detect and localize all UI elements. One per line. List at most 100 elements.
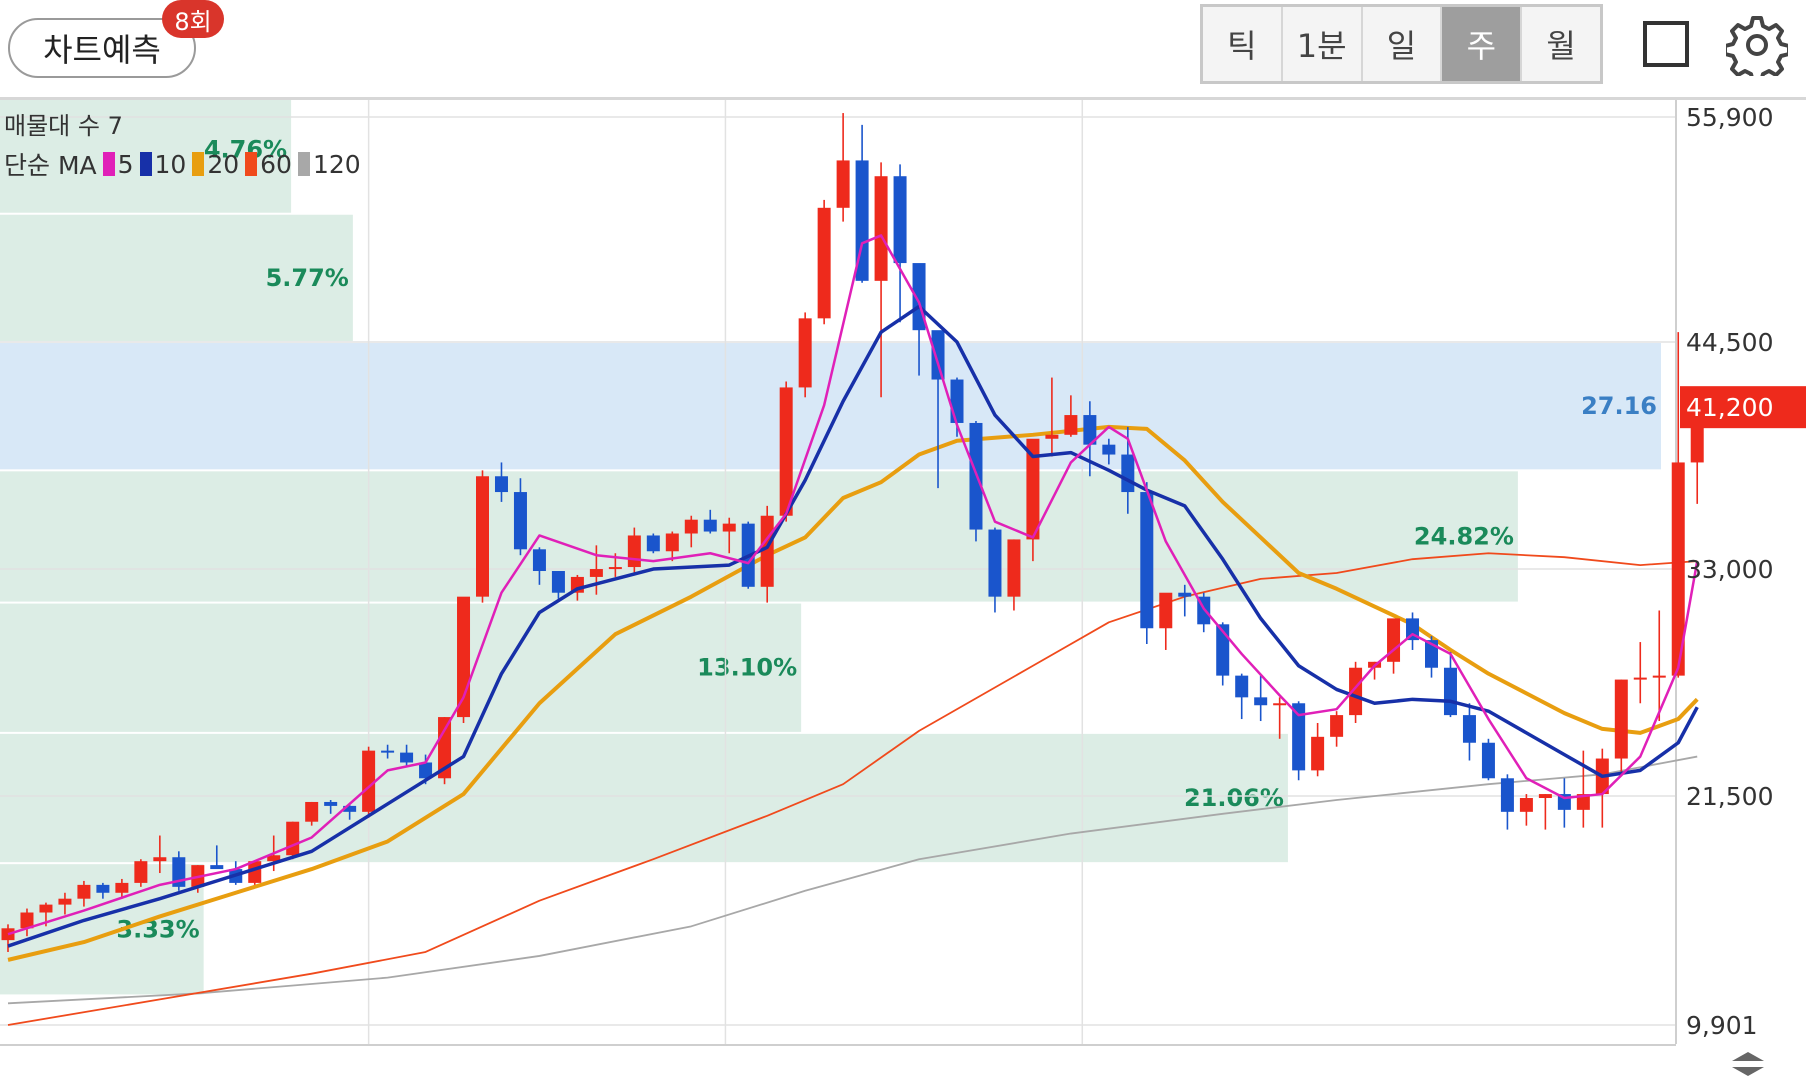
candle-body [1064, 415, 1078, 435]
volume-profile-label: 13.10% [697, 654, 797, 682]
candle-body [362, 750, 376, 812]
candle-body [798, 318, 812, 388]
volume-profile-label: 3.33% [116, 915, 199, 943]
ma60-label: 60 [260, 149, 292, 179]
candle-body [950, 379, 964, 423]
ma20-swatch [192, 152, 205, 176]
ma5-swatch [102, 152, 115, 176]
candle-body [1614, 679, 1628, 759]
candle-body [893, 176, 907, 264]
candle-body [1273, 703, 1287, 706]
candle-body [1652, 675, 1666, 678]
volume-profile-label: 24.82% [1414, 522, 1514, 550]
volume-profile-label: 5.77% [266, 264, 349, 292]
candle-body [134, 861, 148, 883]
tab-day[interactable]: 일 [1363, 7, 1443, 81]
chart-resize-handle-icon[interactable] [1728, 1050, 1768, 1078]
candle-body [494, 476, 508, 493]
ma10-label: 10 [154, 149, 187, 179]
candle-body [96, 884, 110, 893]
volume-profile-label: 27.16 [1581, 392, 1657, 420]
candle-body [722, 523, 736, 532]
square-icon[interactable] [1643, 21, 1689, 67]
candle-body [1311, 736, 1325, 771]
x-axis-line [0, 1044, 1676, 1046]
volume-profile-bar [0, 733, 1288, 863]
y-tick-label: 9,901 [1686, 1011, 1758, 1040]
ma120-label: 120 [312, 149, 361, 179]
candle-body [1140, 492, 1154, 629]
candle-body [324, 801, 338, 806]
candle-body [551, 571, 565, 593]
y-tick-label: 55,900 [1686, 103, 1773, 132]
candle-body [1178, 592, 1192, 597]
candle-body [153, 857, 167, 862]
period-tabs: 틱 1분 일 주 월 [1200, 4, 1603, 84]
ma60-swatch [245, 152, 258, 176]
x-axis-bar [0, 1044, 1806, 1081]
candle-body [1443, 667, 1457, 716]
current-price-label: 41,200 [1686, 393, 1773, 422]
volume-profile-bar [0, 343, 1661, 470]
y-tick-label: 44,500 [1686, 328, 1773, 357]
candle-body [931, 330, 945, 380]
volume-profile-bar [0, 471, 1518, 602]
predict-count-badge: 8회 [162, 0, 224, 38]
y-tick-label: 33,000 [1686, 555, 1773, 584]
y-tick-label: 21,500 [1686, 782, 1773, 811]
candle-body [665, 533, 679, 552]
ma-legend: 단순 MA 5 10 20 60 120 [4, 146, 361, 182]
candle-body [1519, 798, 1533, 812]
ma10-swatch [139, 152, 152, 176]
ma-legend-prefix: 단순 MA [4, 151, 97, 180]
candle-body [286, 821, 300, 856]
volume-profile-bar [0, 603, 802, 732]
volume-profile-count: 매물대 수 7 [4, 112, 123, 140]
top-bar: 차트예측 8회 틱 1분 일 주 월 [0, 0, 1806, 98]
candle-body [779, 387, 793, 516]
candle-body [684, 519, 698, 534]
candle-body [1633, 677, 1647, 680]
ma20-label: 20 [207, 149, 240, 179]
tab-1min[interactable]: 1분 [1283, 7, 1363, 81]
stock-chart[interactable]: 4.76%5.77%27.1624.82%13.10%21.06%3.33%55… [0, 100, 1806, 1081]
candle-body [703, 519, 717, 532]
candle-body [1538, 794, 1552, 799]
candle-body [77, 884, 91, 899]
candle-body [589, 569, 603, 577]
tab-week[interactable]: 주 [1442, 7, 1523, 81]
candle-body [1121, 454, 1135, 493]
candle-body [381, 750, 395, 753]
candle-body [1330, 715, 1344, 737]
candle-body [513, 492, 527, 550]
candle-body [58, 898, 72, 905]
candle-body [1462, 715, 1476, 743]
candle-body [115, 882, 129, 893]
candle-body [476, 476, 489, 597]
ma5-label: 5 [117, 149, 134, 179]
candle-body [874, 176, 888, 281]
candle-body [39, 904, 53, 913]
candle-body [1102, 444, 1116, 455]
candle-body [1159, 592, 1173, 629]
tab-month[interactable]: 월 [1522, 7, 1600, 81]
tab-tick[interactable]: 틱 [1203, 7, 1283, 81]
candle-body [836, 160, 850, 208]
candle-body [1500, 778, 1514, 812]
ma120-swatch [297, 152, 310, 176]
candle-body [532, 549, 546, 572]
candle-body [1235, 675, 1249, 698]
candle-body [646, 535, 660, 552]
candle-body [1007, 539, 1021, 597]
candle-body [608, 567, 622, 570]
candle-body [1481, 742, 1495, 779]
gear-icon[interactable] [1726, 14, 1788, 76]
candle-body [1045, 434, 1059, 439]
candle-body [1254, 697, 1268, 706]
candle-body [627, 535, 641, 568]
chart-predict-label: 차트예측 [43, 31, 161, 69]
candle-body [817, 207, 831, 319]
candle-body [400, 752, 414, 763]
candle-body [210, 865, 224, 870]
candle-body [988, 529, 1002, 597]
